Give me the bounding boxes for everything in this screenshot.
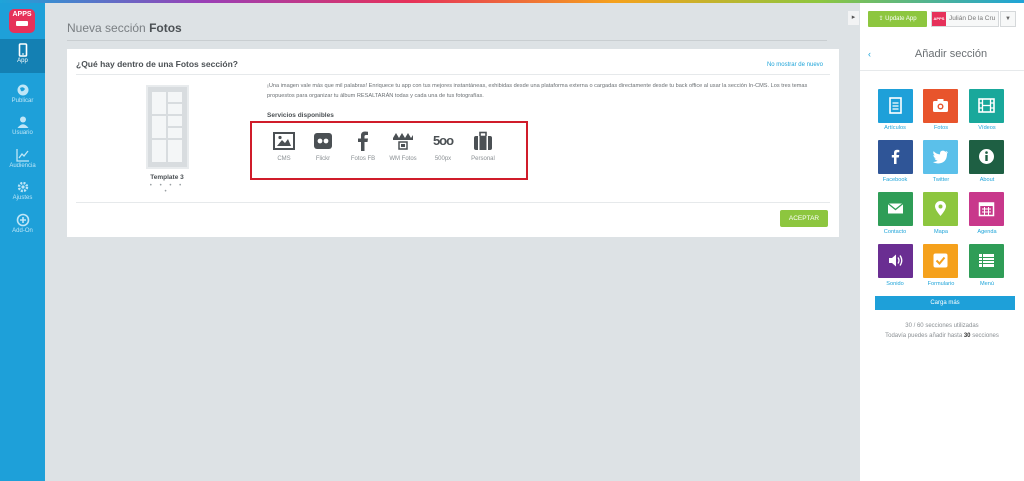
tile-label: Mapa (934, 229, 948, 235)
service-personal[interactable]: Personal (463, 130, 503, 162)
service-fotos-fb[interactable]: Fotos FB (343, 130, 383, 162)
template-preview[interactable] (146, 85, 189, 169)
panel-title: Añadir sección (914, 48, 988, 60)
left-sidebar: APPS App Publicar Usuario Audiencia Ajus… (0, 3, 45, 481)
tile-videos[interactable] (969, 89, 1004, 123)
sidebar-item-audiencia[interactable]: Audiencia (0, 144, 45, 178)
add-section-panel: ⇪ Update App APPS Julián De la Cru ▼ ‹ A… (860, 3, 1024, 481)
facebook-icon (891, 149, 900, 164)
tile-sonido[interactable] (878, 244, 913, 278)
section-description: ¡Una imagen vale más que mil palabras! E… (267, 83, 808, 99)
calendar-icon (978, 202, 995, 217)
tile-fotos[interactable] (923, 89, 958, 123)
dismiss-link[interactable]: No mostrar de nuevo (767, 62, 823, 68)
remaining-text: Todavía puedes añadir hasta 30 secciones (885, 333, 999, 339)
tile-label: Menú (980, 281, 994, 287)
film-icon (978, 98, 995, 113)
sidebar-item-label: Usuario (12, 130, 33, 136)
card-divider (76, 74, 830, 75)
sidebar-item-label: Ajustes (12, 195, 33, 201)
facebook-icon (358, 131, 368, 151)
sidebar-item-usuario[interactable]: Usuario (0, 111, 45, 145)
plus-circle-icon (16, 213, 29, 227)
map-pin-icon (935, 201, 946, 216)
tile-menu[interactable] (969, 244, 1004, 278)
update-app-button[interactable]: ⇪ Update App (868, 11, 927, 27)
flickr-icon (314, 133, 332, 149)
services-title: Servicios disponibles (267, 112, 334, 119)
tile-label: Artículos (884, 125, 906, 131)
user-menu[interactable]: APPS Julián De la Cru (931, 11, 999, 27)
usage-text: 30 / 60 secciones utilizadas (905, 323, 979, 329)
tile-label: Contacto (883, 229, 907, 235)
briefcase-icon (474, 131, 492, 150)
page-title: Nueva sección Fotos (67, 21, 182, 35)
mobile-icon (18, 43, 27, 57)
tile-facebook[interactable] (878, 140, 913, 174)
globe-icon (17, 84, 28, 96)
tile-label: Agenda (977, 229, 997, 235)
user-name: Julián De la Cru (949, 15, 996, 22)
service-wm-fotos[interactable]: WM Fotos (383, 130, 423, 162)
sidebar-item-publicar[interactable]: Publicar (0, 79, 45, 113)
title-divider (67, 40, 827, 41)
tile-twitter[interactable] (923, 140, 958, 174)
tile-formulario[interactable] (923, 244, 958, 278)
500px-icon: 5oo (432, 133, 454, 148)
speaker-icon (889, 254, 903, 267)
tile-about[interactable] (969, 140, 1004, 174)
section-info-card: ¿Qué hay dentro de una Fotos sección? No… (67, 49, 839, 237)
tile-agenda[interactable] (969, 192, 1004, 226)
tile-label: Fotos (934, 125, 948, 131)
sidebar-item-label: Publicar (11, 98, 34, 104)
template-pagination[interactable]: • • • • • (147, 183, 187, 195)
tile-label: About (979, 177, 995, 183)
image-icon (273, 132, 295, 150)
tile-articulos[interactable] (878, 89, 913, 123)
sidebar-item-label: Add-On (12, 228, 33, 234)
tile-label: Formulario (927, 281, 955, 287)
info-icon (979, 149, 994, 164)
gear-icon (17, 181, 28, 193)
load-more-button[interactable]: Carga más (875, 296, 1015, 310)
sidebar-item-ajustes[interactable]: Ajustes (0, 176, 45, 210)
upload-icon: ⇪ (878, 16, 884, 22)
user-icon (17, 116, 28, 128)
list-icon (979, 254, 994, 267)
service-flickr[interactable]: Flickr (303, 130, 343, 162)
panel-toggle-button[interactable]: ▸ (848, 11, 859, 25)
wm-fotos-icon (393, 133, 413, 150)
mail-icon (887, 202, 904, 214)
service-500px[interactable]: 5oo 500px (423, 130, 463, 162)
panel-divider (860, 70, 1024, 71)
avatar: APPS (932, 12, 946, 26)
tile-mapa[interactable] (923, 192, 958, 226)
template-label: Template 3 (150, 174, 184, 181)
sidebar-item-label: App (17, 58, 28, 64)
document-icon (889, 97, 902, 114)
service-cms[interactable]: CMS (264, 130, 304, 162)
app-logo[interactable]: APPS (9, 9, 35, 33)
chart-icon (15, 149, 29, 162)
main-content: Nueva sección Fotos ¿Qué hay dentro de u… (45, 3, 858, 481)
checkbox-icon (933, 253, 948, 268)
card-title: ¿Qué hay dentro de una Fotos sección? (76, 59, 238, 69)
sidebar-item-add-on[interactable]: Add-On (0, 209, 45, 243)
tile-label: Facebook (882, 177, 908, 183)
sidebar-item-app[interactable]: App (0, 39, 45, 73)
sidebar-item-label: Audiencia (9, 163, 36, 169)
tile-contacto[interactable] (878, 192, 913, 226)
camera-icon (933, 99, 948, 112)
tile-label: Vídeos (978, 125, 996, 131)
chevron-down-icon[interactable]: ▼ (1000, 11, 1016, 27)
tile-label: Sonido (886, 281, 904, 287)
tile-label: Twitter (932, 177, 950, 183)
accept-button[interactable]: ACEPTAR (780, 210, 828, 227)
card-divider (76, 202, 830, 203)
twitter-icon (932, 150, 948, 164)
